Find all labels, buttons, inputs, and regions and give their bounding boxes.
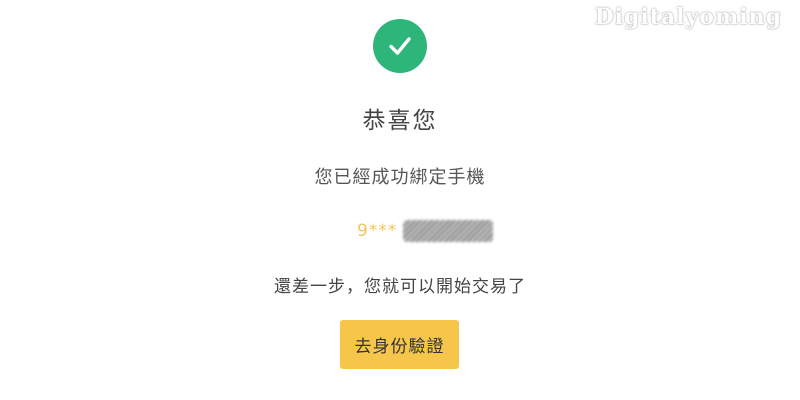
- next-step-hint: 還差一步，您就可以開始交易了: [274, 277, 526, 297]
- success-check-icon: [373, 19, 427, 73]
- phone-number: 9***: [357, 217, 494, 245]
- check-icon: [389, 37, 411, 55]
- go-verify-identity-button[interactable]: 去身份驗證: [340, 320, 459, 369]
- phone-mask-redaction: [403, 220, 494, 242]
- page-title: 恭喜您: [362, 108, 438, 134]
- watermark-text: Digitalyoming: [594, 4, 782, 30]
- success-message: 您已經成功綁定手機: [314, 167, 486, 188]
- phone-prefix: 9***: [357, 221, 398, 241]
